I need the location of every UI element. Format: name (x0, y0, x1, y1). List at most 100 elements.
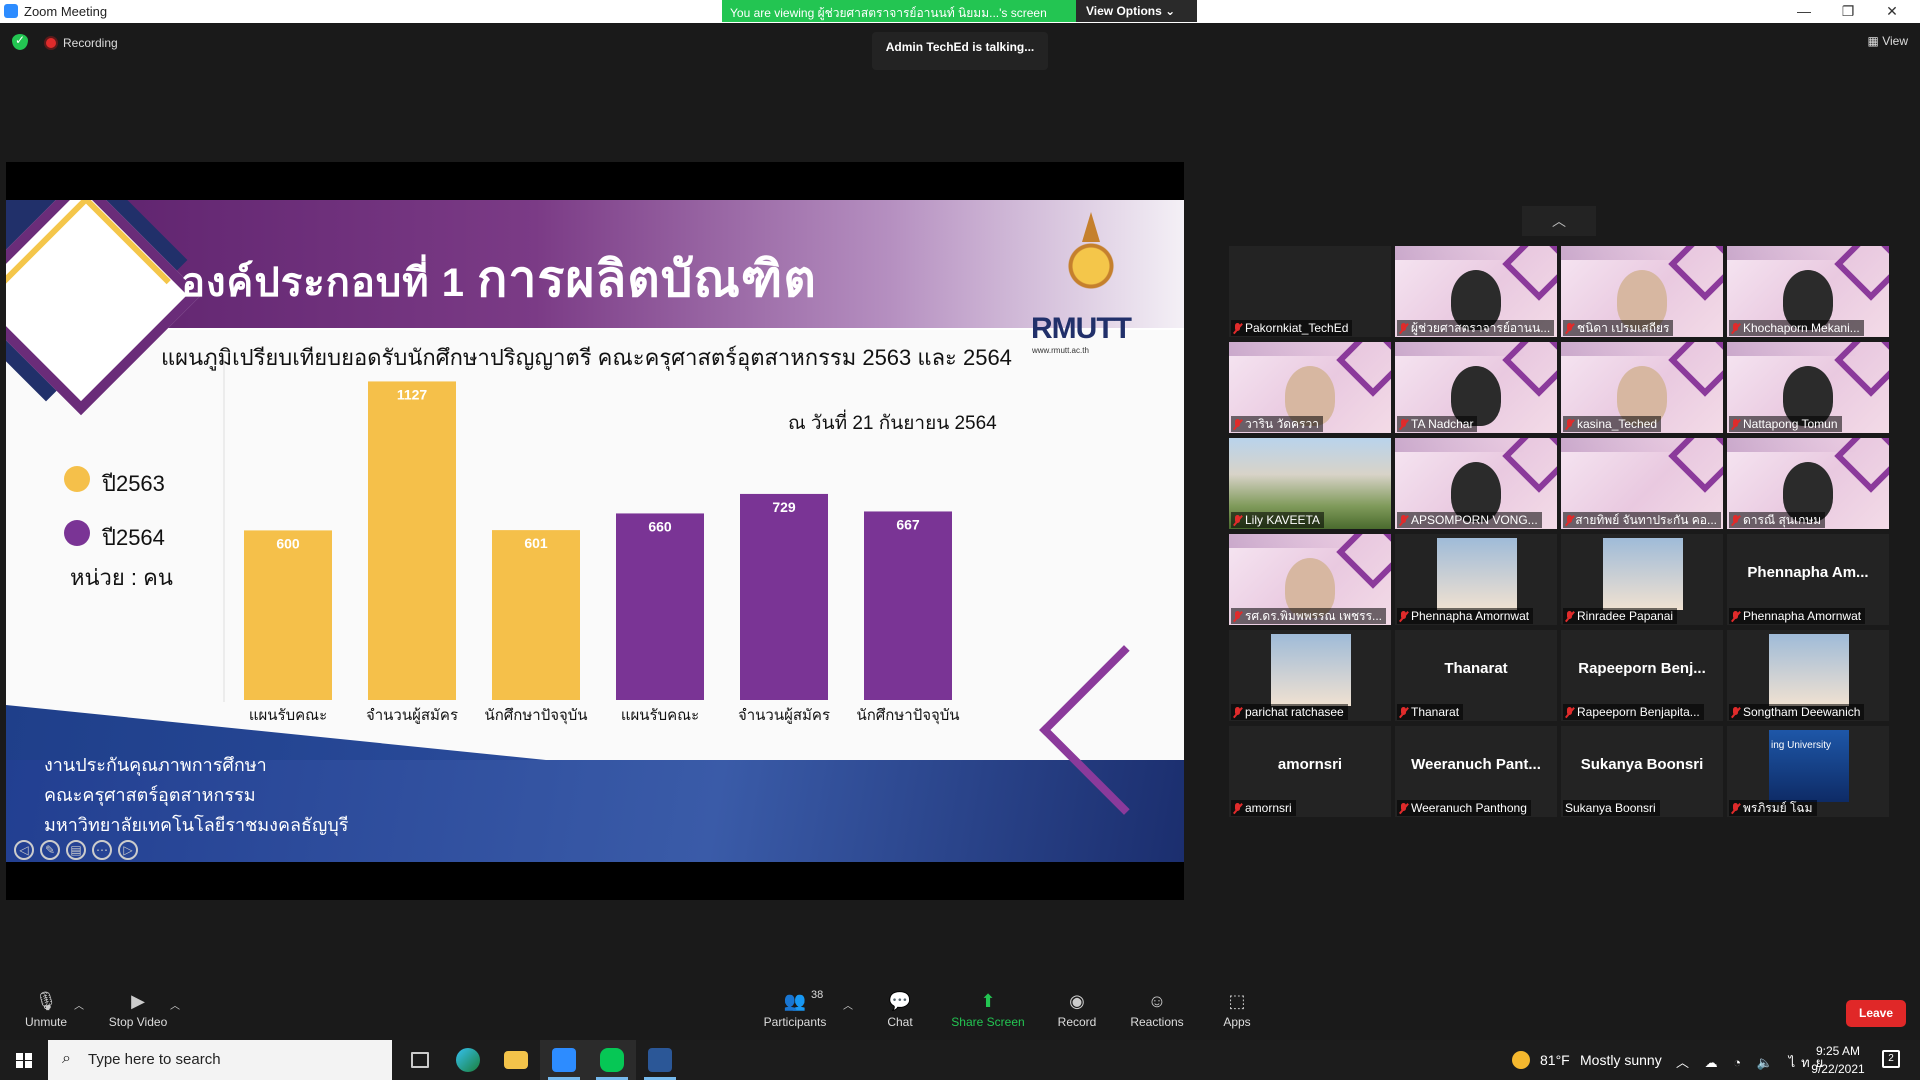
participant-name: Rapeeporn Benjapita... (1577, 705, 1700, 719)
participant-tile[interactable]: amornsri amornsri (1229, 726, 1391, 817)
participant-tile[interactable]: kasina_Teched (1561, 342, 1723, 433)
participant-tile[interactable]: Khochaporn Mekani... (1727, 246, 1889, 337)
taskbar-search-input[interactable]: ⌕ Type here to search (48, 1040, 392, 1080)
participant-tile[interactable]: Songtham Deewanich (1727, 630, 1889, 721)
mic-muted-icon (1399, 322, 1408, 334)
zoom-taskbar-icon[interactable] (540, 1040, 588, 1080)
participant-tile[interactable]: parichat ratchasee (1229, 630, 1391, 721)
close-icon[interactable]: ✕ (1870, 0, 1914, 22)
mic-muted-icon (1233, 610, 1242, 622)
apps-button[interactable]: ⬚ Apps (1197, 985, 1277, 1038)
mic-muted-icon (1731, 802, 1740, 814)
weather-temperature[interactable]: 81°F (1540, 1052, 1570, 1068)
stop-video-button[interactable]: ▶ Stop Video (98, 985, 178, 1038)
slides-icon[interactable]: ▤ (66, 840, 86, 860)
participant-tile[interactable]: Lily KAVEETA (1229, 438, 1391, 529)
participant-name-label: Rapeeporn Benjapita... (1563, 704, 1704, 720)
network-icon[interactable]: ◔ (1733, 1055, 1747, 1070)
participant-name-label: Thanarat (1397, 704, 1464, 720)
participant-name-label: Phennapha Amornwat (1397, 608, 1534, 624)
category-label: แผนรับคณะ (621, 706, 699, 724)
reactions-button[interactable]: ☺ Reactions (1117, 985, 1197, 1038)
search-icon: ⌕ (62, 1050, 71, 1067)
participant-name-label: TA Nadchar (1397, 416, 1478, 432)
participant-tile[interactable]: Rapeeporn Benj... Rapeeporn Benjapita... (1561, 630, 1723, 721)
grid-icon: ▦ (1867, 34, 1883, 48)
participant-tile[interactable]: ing University พรภิรมย์ โฉม (1727, 726, 1889, 817)
video-options-chevron-icon[interactable]: ︿ (170, 997, 180, 1012)
volume-icon[interactable]: 🔈 (1757, 1055, 1779, 1070)
restore-icon[interactable]: ❐ (1826, 0, 1870, 22)
file-explorer-icon[interactable] (492, 1040, 540, 1080)
participant-tile[interactable]: Pakornkiat_TechEd (1229, 246, 1391, 337)
participant-tile[interactable]: Thanarat Thanarat (1395, 630, 1557, 721)
participant-tile[interactable]: Phennapha Am... Phennapha Amornwat (1727, 534, 1889, 625)
windows-start-icon[interactable] (0, 1040, 48, 1080)
participant-tile[interactable]: ผู้ช่วยศาสตราจารย์อานน... (1395, 246, 1557, 337)
view-options-button[interactable]: View Options ⌄ (1076, 0, 1197, 22)
word-icon[interactable] (636, 1040, 684, 1080)
onedrive-icon[interactable]: ☁ (1705, 1055, 1724, 1070)
shared-slide: องค์ประกอบที่ 1 การผลิตบัณฑิต RMUTT www.… (6, 200, 1184, 862)
bar-chart-svg: 600 แผนรับคณะ 1127 จำนวนผู้สมัคร 601 นักศึกษา… (223, 360, 960, 725)
participant-name: Nattapong Tomun (1743, 417, 1838, 431)
minimize-icon[interactable]: — (1782, 0, 1826, 22)
participant-tile[interactable]: ชนิดา เปรมเสถียร (1561, 246, 1723, 337)
view-button[interactable]: ▦ View (1868, 34, 1908, 48)
participant-display-name: Thanarat (1444, 660, 1508, 677)
chat-button[interactable]: 💬 Chat (860, 985, 940, 1038)
pen-icon[interactable]: ✎ (40, 840, 60, 860)
participant-name: Phennapha Amornwat (1411, 609, 1530, 623)
clock-date[interactable]: 9/22/2021 (1802, 1062, 1874, 1076)
leave-button[interactable]: Leave (1846, 1000, 1906, 1027)
participant-tile[interactable]: ดารณี สุนเกษม (1727, 438, 1889, 529)
participant-name: Khochaporn Mekani... (1743, 321, 1860, 335)
edge-icon[interactable] (444, 1040, 492, 1080)
tray-chevron-icon[interactable]: ︿ (1676, 1055, 1695, 1070)
task-view-icon[interactable] (396, 1040, 444, 1080)
participant-tile[interactable]: รศ.ดร.พิมพพรรณ เพชรร... (1229, 534, 1391, 625)
reactions-label: Reactions (1130, 1015, 1184, 1029)
bar-value-label: 601 (524, 535, 548, 551)
participant-tile[interactable]: Nattapong Tomun (1727, 342, 1889, 433)
notification-icon[interactable]: 2 (1882, 1050, 1900, 1068)
participant-tile[interactable]: APSOMPORN VONG... (1395, 438, 1557, 529)
previous-slide-icon[interactable]: ◁ (14, 840, 34, 860)
participant-tile[interactable]: TA Nadchar (1395, 342, 1557, 433)
next-slide-icon[interactable]: ▷ (118, 840, 138, 860)
line-app-icon[interactable] (588, 1040, 636, 1080)
participant-tile[interactable]: Rinradee Papanai (1561, 534, 1723, 625)
participant-name: Weeranuch Panthong (1411, 801, 1527, 815)
participant-name: Songtham Deewanich (1743, 705, 1861, 719)
recording-label[interactable]: Recording (63, 36, 118, 50)
apps-label: Apps (1223, 1015, 1251, 1029)
chat-label: Chat (887, 1015, 913, 1029)
mic-muted-icon (1233, 802, 1242, 814)
participants-label: Participants (763, 1015, 827, 1029)
participant-tile[interactable]: วาริน วัดครวา (1229, 342, 1391, 433)
more-icon[interactable]: ⋯ (92, 840, 112, 860)
participant-name: TA Nadchar (1411, 417, 1474, 431)
weather-sun-icon[interactable] (1512, 1051, 1530, 1069)
participant-tile[interactable]: สายทิพย์ จันทาประกัน คอ... (1561, 438, 1723, 529)
participants-options-chevron-icon[interactable]: ︿ (843, 997, 853, 1012)
shield-icon[interactable] (12, 33, 28, 50)
participant-name: Phennapha Amornwat (1743, 609, 1862, 623)
gallery-scroll-up-icon[interactable]: ︿ (1522, 206, 1596, 236)
clock-time[interactable]: 9:25 AM (1808, 1044, 1868, 1058)
participant-tile[interactable]: Weeranuch Pant... Weeranuch Panthong (1395, 726, 1557, 817)
participant-name: วาริน วัดครวา (1245, 416, 1319, 431)
audio-options-chevron-icon[interactable]: ︿ (74, 997, 84, 1012)
participant-name-label: APSOMPORN VONG... (1397, 512, 1542, 528)
share-screen-button[interactable]: ⬆ Share Screen (948, 985, 1028, 1038)
record-button[interactable]: ◉ Record (1037, 985, 1117, 1038)
mic-muted-icon (1565, 322, 1574, 334)
participant-name: kasina_Teched (1577, 417, 1658, 431)
participant-display-name: Rapeeporn Benj... (1578, 660, 1706, 677)
participant-photo: ing University (1769, 730, 1849, 802)
participant-tile[interactable]: Sukanya Boonsri Sukanya Boonsri (1561, 726, 1723, 817)
participant-tile[interactable]: Phennapha Amornwat (1395, 534, 1557, 625)
view-button-label: View (1882, 34, 1908, 48)
participant-name-label: Khochaporn Mekani... (1729, 320, 1864, 336)
weather-description[interactable]: Mostly sunny (1580, 1052, 1662, 1068)
